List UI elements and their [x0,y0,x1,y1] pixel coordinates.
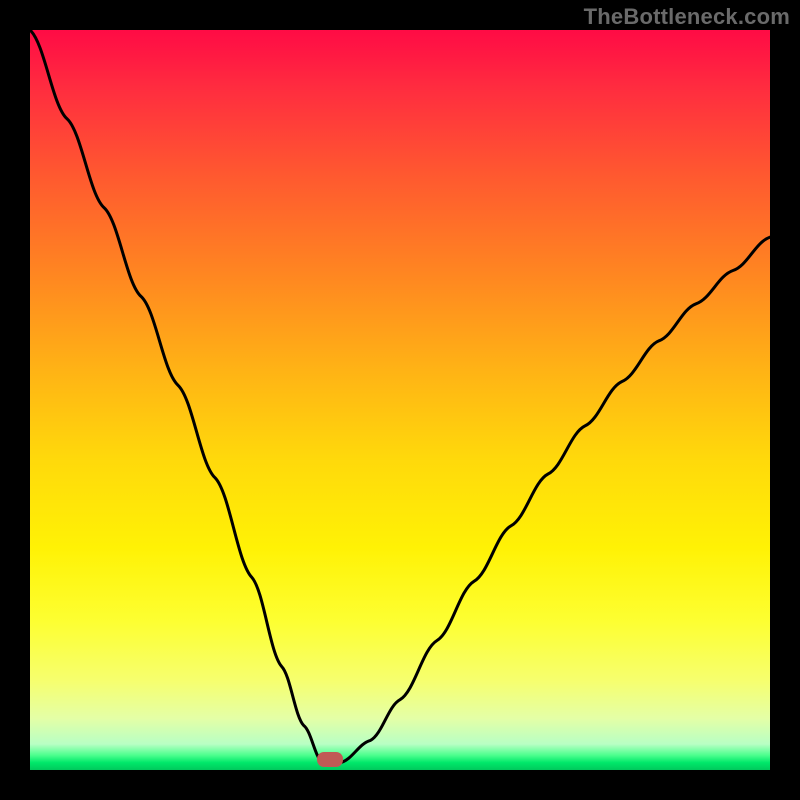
plot-area [30,30,770,770]
optimum-marker [317,752,343,767]
watermark-text: TheBottleneck.com [584,4,790,30]
chart-frame: TheBottleneck.com [0,0,800,800]
bottleneck-curve [30,30,770,770]
